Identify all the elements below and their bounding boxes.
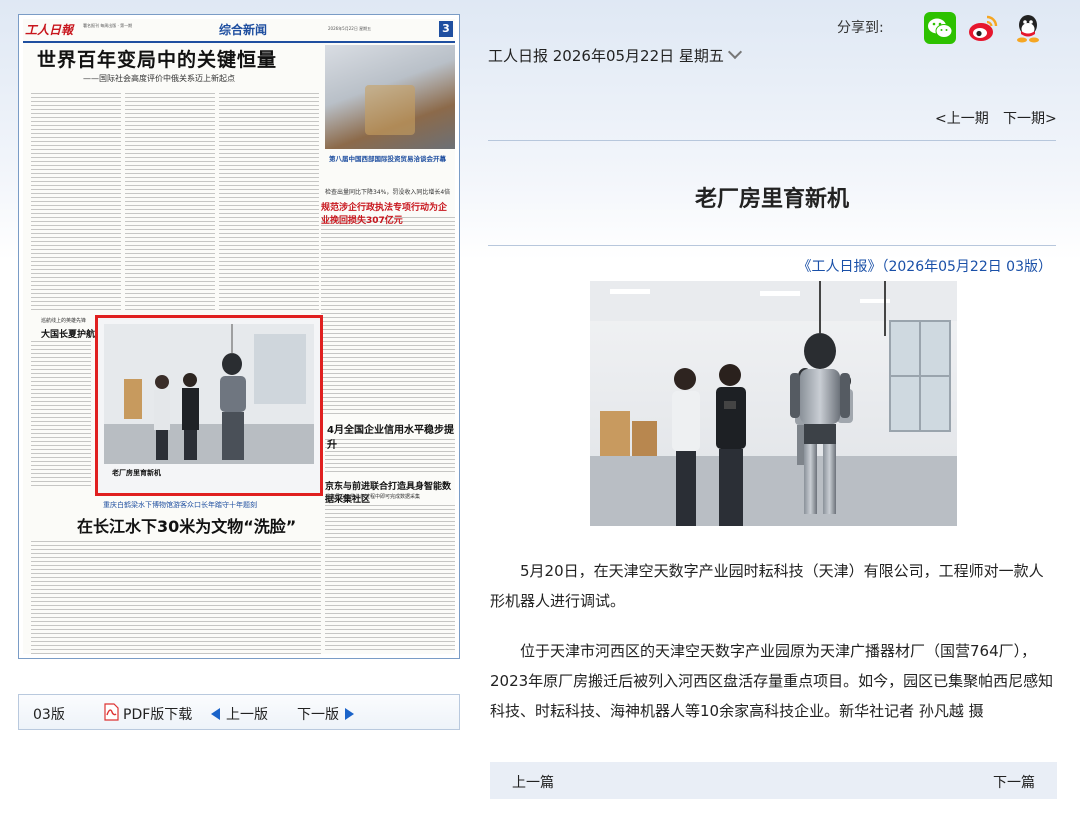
share-label: 分享到: [837,20,884,36]
article-paragraph: 位于天津市河西区的天津空天数字产业园原为天津广播器材厂（国营764厂），2023… [490,642,1054,720]
pdf-download-link[interactable]: PDF版下载 [123,704,192,724]
text-block [321,215,455,415]
paper-headline-4[interactable]: 4月全国企业信用水平稳步提升 [327,421,455,451]
selected-article-caption: 老厂房里育新机 [112,469,161,477]
prev-page-link[interactable]: 上一版 [211,704,268,724]
text-block [219,91,319,311]
article-photo [590,281,957,526]
article-paragraph: 5月20日，在天津空天数字产业园时耘科技（天津）有限公司，工程师对一款人形机器人… [490,562,1044,610]
newspaper-masthead: 工人日報 署名报刊 每周出版 · 第一期 综合新闻 2026年5月22日 星期五… [23,19,455,43]
paper-kicker: 重庆白鹤梁水下博物馆游客众口长年踏守十年题刻 [103,501,257,509]
text-block [31,539,321,654]
divider [488,245,1056,246]
newspaper-page-frame: 工人日報 署名报刊 每周出版 · 第一期 综合新闻 2026年5月22日 星期五… [18,14,460,659]
next-page-label: 下一版 [297,707,339,723]
paper-subheadline[interactable]: ——国际社会高度评价中俄关系迈上新起点 [83,73,235,84]
chevron-down-icon [727,44,742,60]
text-block [125,91,215,311]
page-number-label[interactable]: 03版 [33,704,65,724]
paper-kicker: 采集员在日常业务过程中即可完成数据采集 [325,494,421,500]
masthead-small-print: 署名报刊 每周出版 · 第一期 [83,23,133,28]
text-block [325,503,455,653]
paper-headline-5[interactable]: 京东与前进联合打造具身智能数据采集社区 [325,479,455,505]
text-block [31,91,121,311]
selected-article-region[interactable]: 老厂房里育新机 [95,315,323,496]
paper-kicker: 检查出量同比下降34%，罚没收入同比增长4倍 [325,189,451,196]
article-title: 老厂房里育新机 [694,187,849,212]
weibo-icon[interactable] [967,12,999,44]
paper-headline[interactable]: 世界百年变局中的关键恒量 [37,45,277,72]
paper-headline-6[interactable]: 在长江水下30米为文物“洗脸” [77,513,296,537]
next-issue-link[interactable]: 下一期> [1003,108,1057,128]
paper-date: 2026年5月22日 星期五 [328,26,372,31]
next-article-link[interactable]: 下一篇 [993,772,1035,792]
paper-photo-caption[interactable]: 第八届中国西部国际投资贸易洽谈会开幕 [329,153,446,163]
text-block [31,339,91,489]
paper-kicker: 巡航线上的英雄先锋 [41,318,87,324]
article-source[interactable]: 《工人日报》（2026年05月22日 03版） [797,256,1052,276]
article-navigation-bar: 上一篇 下一篇 [490,762,1057,799]
pdf-icon[interactable] [103,703,119,721]
prev-article-link[interactable]: 上一篇 [512,772,554,792]
page-navigation-bar: 03版 PDF版下载 上一版 下一版 [18,694,460,730]
issue-selector[interactable]: 工人日报 2026年05月22日 星期五 [488,44,742,66]
issue-label: 工人日报 2026年05月22日 星期五 [488,47,724,65]
page-number-badge: 3 [439,21,453,37]
wechat-icon[interactable] [924,12,956,44]
section-name: 综合新闻 [219,23,268,37]
divider [488,140,1056,141]
prev-issue-link[interactable]: <上一期 [935,108,989,128]
prev-page-label: 上一版 [226,707,268,723]
next-page-link[interactable]: 下一版 [297,704,354,724]
arrow-left-icon [211,708,220,720]
paper-photo-expo[interactable] [325,45,455,149]
paper-headline-2[interactable]: 规范涉企行政执法专项行动为企业挽回损失307亿元 [321,200,455,226]
newspaper-page: 工人日報 署名报刊 每周出版 · 第一期 综合新闻 2026年5月22日 星期五… [23,19,455,654]
qq-icon[interactable] [1012,12,1044,44]
newspaper-logo: 工人日報 [25,23,74,37]
arrow-right-icon [345,708,354,720]
selected-article-thumbnail [104,324,314,464]
